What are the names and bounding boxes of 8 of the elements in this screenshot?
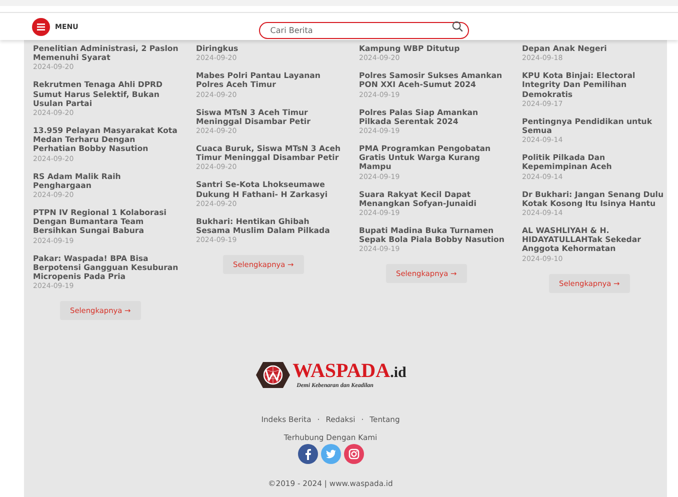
menu-icon xyxy=(32,18,50,36)
logo-suffix: .id xyxy=(390,365,406,382)
search-icon xyxy=(452,21,464,32)
instagram-icon[interactable] xyxy=(344,444,364,464)
facebook-icon[interactable] xyxy=(298,444,318,464)
logo-name: WASPADA xyxy=(292,360,390,382)
search-field[interactable]: Cari Berita xyxy=(259,22,470,39)
logo-icon xyxy=(254,360,291,389)
